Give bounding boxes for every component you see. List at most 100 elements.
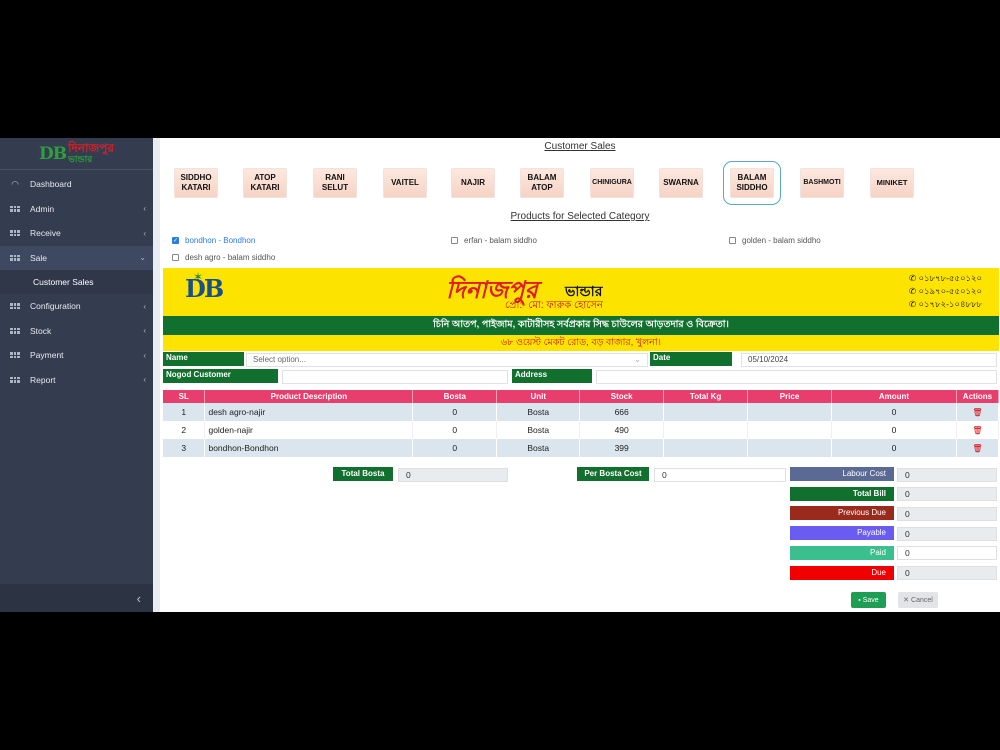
sidebar-item-label: Dashboard	[30, 179, 72, 190]
paid-input[interactable]: 0	[897, 546, 997, 560]
product-checkbox-erfan[interactable]: erfan - balam siddho	[451, 236, 537, 245]
labour-cost-label: Labour Cost	[790, 467, 894, 481]
cell-price-input[interactable]	[747, 403, 833, 421]
category-label-line1: RANI	[325, 173, 345, 182]
content-gutter	[153, 138, 160, 612]
main-content: Customer Sales SIDDHO KATARI ATOP KATARI R…	[160, 138, 1000, 612]
app-logo[interactable]: DB দিনাজপুর ভান্ডার	[0, 138, 153, 170]
category-label-line1: SIDDHO	[180, 173, 212, 182]
sidebar-item-label: Payment	[30, 350, 64, 361]
logo-title: দিনাজপুর	[68, 140, 114, 155]
date-label: Date	[650, 352, 732, 366]
category-balam-siddho[interactable]: BALAM SIDDHO	[723, 161, 781, 205]
category-rani-selut[interactable]: RANI SELUT	[313, 168, 357, 198]
sidebar-item-payment[interactable]: Payment ‹	[0, 343, 153, 368]
cell-total-kg[interactable]	[663, 439, 749, 457]
category-atop-katari[interactable]: ATOP KATARI	[243, 168, 287, 198]
delete-row-button[interactable]: 🗑	[956, 403, 1000, 421]
cell-product: desh agro-najir	[204, 403, 414, 421]
sidebar-item-stock[interactable]: Stock ‹	[0, 319, 153, 344]
delete-row-button[interactable]: 🗑	[956, 439, 1000, 457]
address-input[interactable]	[596, 370, 997, 384]
due-value: 0	[897, 566, 997, 580]
product-checkbox-bondhon[interactable]: ✓ bondhon - Bondhon	[172, 236, 255, 245]
labour-cost-value: 0	[897, 468, 997, 482]
category-miniket[interactable]: MINIKET	[870, 168, 914, 198]
phone-text: ০১৭৮২-১০৪৮৮৮	[918, 299, 983, 309]
sidebar-item-configuration[interactable]: Configuration ‹	[0, 294, 153, 319]
table-row: 2 golden-najir 0 Bosta 490 0 🗑	[163, 421, 1000, 439]
save-button-label: Save	[862, 596, 879, 604]
cell-amount: 0	[831, 439, 957, 457]
col-unit: Unit	[496, 390, 581, 403]
name-label: Name	[163, 352, 244, 366]
cell-total-kg[interactable]	[663, 421, 749, 439]
sidebar-item-label: Configuration	[30, 301, 81, 312]
chevron-left-icon: ‹	[143, 375, 146, 385]
trash-icon: 🗑	[972, 408, 983, 417]
checkbox-checked-icon: ✓	[172, 237, 179, 244]
sidebar-item-dashboard[interactable]: ◠ Dashboard	[0, 172, 153, 197]
product-checkbox-golden[interactable]: golden - balam siddho	[729, 236, 821, 245]
nogod-customer-input[interactable]	[282, 370, 508, 384]
product-checkbox-desh-agro[interactable]: desh agro - balam siddho	[172, 253, 275, 262]
sidebar-item-label: Report	[30, 374, 56, 385]
cell-bosta-input[interactable]: 0	[412, 421, 498, 439]
sidebar-collapse-button[interactable]: ‹	[0, 584, 153, 612]
category-label-line1: BALAM	[737, 173, 767, 182]
category-bashmoti[interactable]: BASHMOTI	[800, 168, 844, 198]
trash-icon: 🗑	[972, 426, 983, 435]
sidebar-item-admin[interactable]: Admin ‹	[0, 197, 153, 222]
cell-total-kg[interactable]	[663, 403, 749, 421]
product-label: golden - balam siddho	[742, 236, 821, 245]
name-select-placeholder: Select option...	[253, 355, 306, 364]
grid-icon	[8, 301, 22, 311]
due-label: Due	[790, 566, 894, 580]
category-chinigura[interactable]: CHINIGURA	[590, 168, 634, 198]
category-siddho-katari[interactable]: SIDDHO KATARI	[174, 168, 218, 198]
sidebar-item-report[interactable]: Report ‹	[0, 368, 153, 393]
trash-icon: 🗑	[972, 444, 983, 453]
cell-bosta-input[interactable]: 0	[412, 403, 498, 421]
chevron-down-icon: ⌄	[139, 253, 146, 263]
cancel-button[interactable]: ✕ Cancel	[898, 592, 938, 608]
save-button[interactable]: ▪ Save	[851, 592, 886, 608]
cell-price-input[interactable]	[747, 439, 833, 457]
category-label: BASHMOTI	[803, 179, 841, 186]
table-header-row: SL Product Description Bosta Unit Stock …	[163, 390, 1000, 403]
category-swarna[interactable]: SWARNA	[659, 168, 703, 198]
category-balam-atop[interactable]: BALAM ATOP	[520, 168, 564, 198]
chevron-left-icon: ‹	[143, 228, 146, 238]
previous-due-label: Previous Due	[790, 506, 894, 520]
chevron-left-icon: ‹	[143, 326, 146, 336]
grid-icon	[8, 228, 22, 238]
col-total-kg: Total Kg	[663, 390, 749, 403]
sidebar-item-receive[interactable]: Receive ‹	[0, 221, 153, 246]
total-bill-value: 0	[897, 487, 997, 501]
col-amount: Amount	[831, 390, 957, 403]
phone-number: ✆ ০১৮৭৮-৫৫০১২০	[909, 273, 983, 283]
cell-amount: 0	[831, 421, 957, 439]
date-input[interactable]: 05/10/2024	[741, 353, 997, 367]
category-label: ATOP KATARI	[250, 173, 279, 193]
logo-subtitle: ভান্ডার	[68, 153, 93, 164]
category-label-line1: BALAM	[527, 173, 557, 182]
category-label: BALAM ATOP	[528, 173, 557, 193]
category-najir[interactable]: NAJIR	[451, 168, 495, 198]
category-label: SIDDHO KATARI	[180, 173, 211, 193]
category-label: BALAM SIDDHO	[736, 173, 767, 193]
checkbox-icon	[172, 254, 179, 261]
category-label: SWARNA	[663, 178, 699, 187]
category-vaitel[interactable]: VAITEL	[383, 168, 427, 198]
delete-row-button[interactable]: 🗑	[956, 421, 1000, 439]
sidebar-item-sale[interactable]: Sale ⌄	[0, 245, 153, 270]
name-select[interactable]: Select option... ⌄	[246, 353, 648, 367]
cell-bosta-input[interactable]: 0	[412, 439, 498, 457]
category-label-line2: KATARI	[181, 183, 211, 192]
sidebar-subitem-customer-sales[interactable]: Customer Sales	[0, 270, 153, 294]
per-bosta-cost-input[interactable]: 0	[654, 468, 786, 482]
cell-price-input[interactable]	[747, 421, 833, 439]
cell-stock: 666	[579, 403, 665, 421]
checkbox-icon	[729, 237, 736, 244]
cell-unit: Bosta	[496, 421, 581, 439]
